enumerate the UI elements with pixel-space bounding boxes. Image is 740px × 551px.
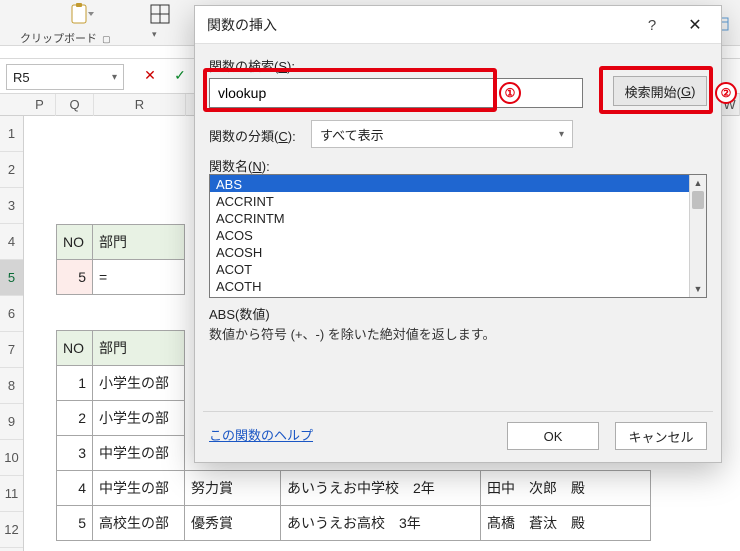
table-row: 5 高校生の部 優秀賞 あいうえお高校 3年 髙橋 蒼汰 殿 xyxy=(57,506,651,541)
dialog-separator xyxy=(203,411,713,412)
row-headers[interactable]: 1 2 3 4 5 6 7 8 9 10 11 12 xyxy=(0,116,24,551)
chevron-down-icon: ▾ xyxy=(559,129,564,140)
row-header[interactable]: 7 xyxy=(0,332,23,368)
row-header[interactable]: 1 xyxy=(0,116,23,152)
table-header[interactable]: NO xyxy=(57,225,93,260)
borders-button[interactable]: ▾ xyxy=(150,4,174,42)
list-item[interactable]: ACOSH xyxy=(210,243,706,260)
scroll-up-icon[interactable]: ▲ xyxy=(690,175,706,191)
row-header-selected[interactable]: 5 xyxy=(0,260,23,296)
insert-function-dialog: 関数の挿入 ? ✕ 関数の検索(S): 検索開始(G) ① ② 関数の分類(C)… xyxy=(194,5,722,463)
function-signature: ABS(数値) xyxy=(209,304,270,323)
name-box-value: R5 xyxy=(13,70,30,85)
row-header[interactable]: 11 xyxy=(0,476,23,512)
list-item[interactable]: ABS xyxy=(210,175,706,192)
col-header-Q[interactable]: Q xyxy=(56,94,94,116)
row-header[interactable]: 2 xyxy=(0,152,23,188)
col-header-R[interactable]: R xyxy=(94,94,186,116)
accept-formula-icon[interactable]: ✓ xyxy=(170,65,190,85)
cell-formula-active[interactable]: = xyxy=(93,260,185,295)
row-header[interactable]: 3 xyxy=(0,188,23,224)
category-select[interactable]: すべて表示 ▾ xyxy=(311,120,573,148)
list-item[interactable]: ACOS xyxy=(210,226,706,243)
annotation-marker-2: ② xyxy=(715,82,737,104)
annotation-marker-1: ① xyxy=(499,82,521,104)
ok-button[interactable]: OK xyxy=(507,422,599,450)
list-item[interactable]: ACCRINT xyxy=(210,192,706,209)
row-header[interactable]: 9 xyxy=(0,404,23,440)
table-header[interactable]: NO xyxy=(57,331,93,366)
search-go-button[interactable]: 検索開始(G) xyxy=(613,76,707,106)
category-label: 関数の分類(C): xyxy=(209,126,296,145)
clipboard-launcher-icon[interactable]: ▢ xyxy=(102,34,111,44)
list-item[interactable]: ACOT xyxy=(210,260,706,277)
function-description: 数値から符号 (+、-) を除いた絶対値を返します。 xyxy=(209,324,707,343)
paste-icon[interactable] xyxy=(70,2,96,26)
function-listbox[interactable]: ABS ACCRINT ACCRINTM ACOS ACOSH ACOT ACO… xyxy=(209,174,707,298)
scrollbar[interactable]: ▲ ▼ xyxy=(689,175,706,297)
row-header[interactable]: 10 xyxy=(0,440,23,476)
cell-no[interactable]: 5 xyxy=(57,260,93,295)
category-value: すべて表示 xyxy=(320,125,384,144)
table-header[interactable]: 部門 xyxy=(93,225,185,260)
row-header[interactable]: 4 xyxy=(0,224,23,260)
function-help-link[interactable]: この関数のヘルプ xyxy=(209,425,313,444)
close-icon[interactable]: ✕ xyxy=(675,10,715,40)
scroll-thumb[interactable] xyxy=(692,191,704,209)
list-item[interactable]: ACCRINTM xyxy=(210,209,706,226)
name-box[interactable]: R5 ▾ xyxy=(6,64,124,90)
cancel-button[interactable]: キャンセル xyxy=(615,422,707,450)
cancel-formula-icon[interactable]: ✕ xyxy=(140,65,160,85)
row-header[interactable]: 6 xyxy=(0,296,23,332)
chevron-down-icon: ▾ xyxy=(152,29,157,39)
function-list-label: 関数名(N): xyxy=(209,156,270,175)
clipboard-group-label: クリップボード ▢ xyxy=(20,30,111,46)
row-header[interactable]: 12 xyxy=(0,512,23,548)
scroll-down-icon[interactable]: ▼ xyxy=(690,281,706,297)
table-row: 4 中学生の部 努力賞 あいうえお中学校 2年 田中 次郎 殿 xyxy=(57,471,651,506)
col-header-P[interactable]: P xyxy=(24,94,56,116)
list-item[interactable]: ACOTH xyxy=(210,277,706,294)
table-header[interactable]: 部門 xyxy=(93,331,185,366)
search-label: 関数の検索(S): xyxy=(209,56,295,75)
dialog-help-icon[interactable]: ? xyxy=(637,10,667,40)
chevron-down-icon[interactable]: ▾ xyxy=(112,72,117,83)
row-header[interactable]: 8 xyxy=(0,368,23,404)
function-search-input[interactable] xyxy=(209,78,583,108)
upper-table: NO 部門 5 = xyxy=(56,224,185,295)
